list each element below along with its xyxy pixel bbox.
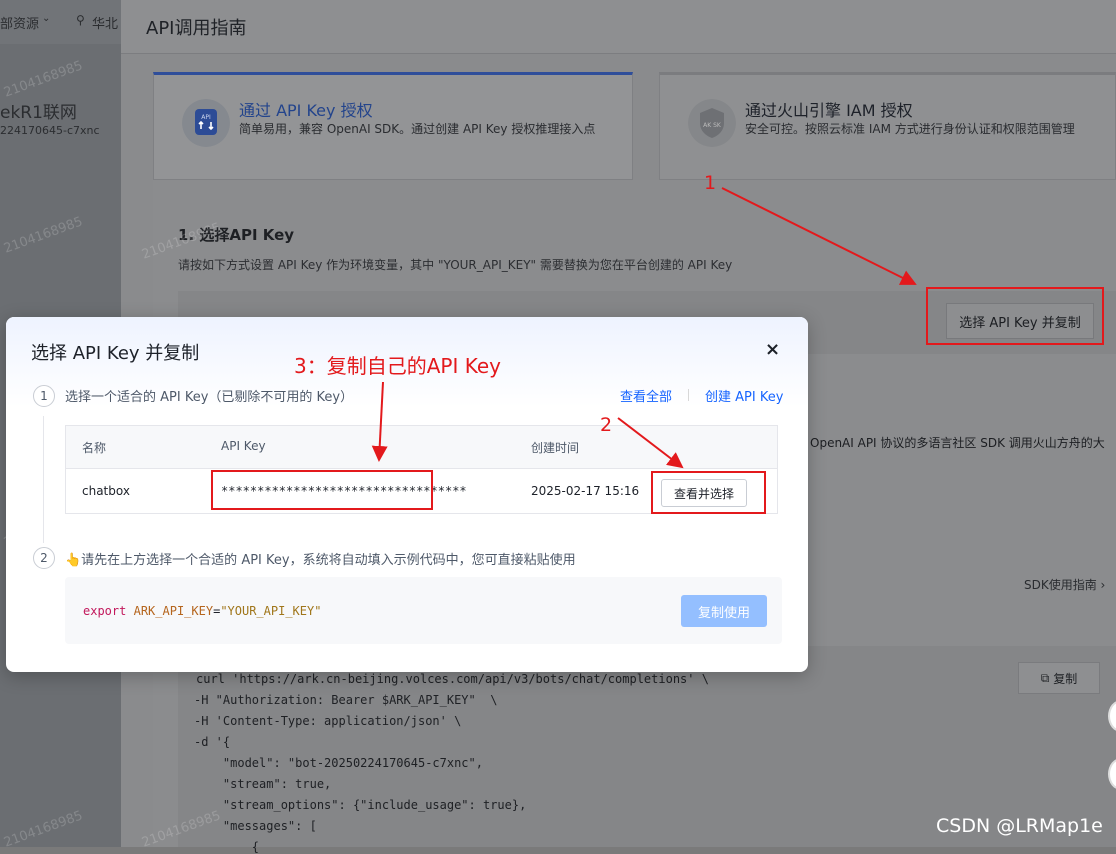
annotation-arrows [371, 187, 917, 469]
csdn-watermark: CSDN @LRMap1e [936, 815, 1103, 837]
annotation-arrow-3 [371, 381, 388, 462]
annotation-arrow-2 [617, 417, 684, 469]
annotation-arrow-1 [721, 187, 917, 285]
